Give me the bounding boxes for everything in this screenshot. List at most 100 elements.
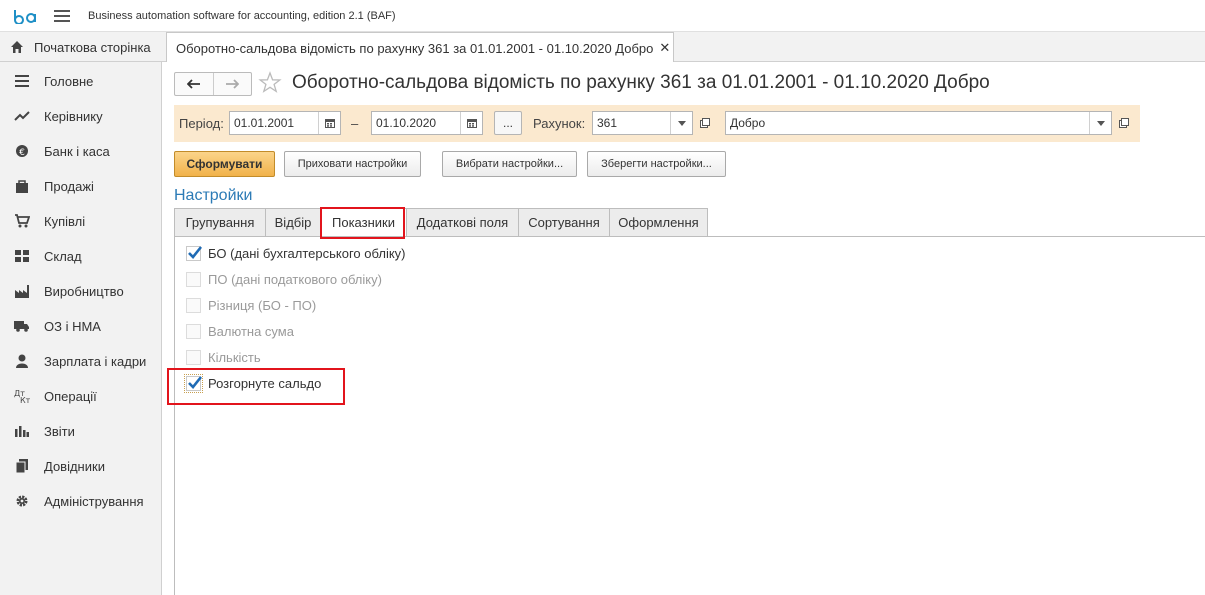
- home-tab-label: Початкова сторінка: [34, 39, 151, 55]
- sidebar-item-sales[interactable]: Продажі: [0, 171, 161, 201]
- app-logo-icon[interactable]: [12, 7, 42, 25]
- checkbox-unchecked[interactable]: [186, 349, 201, 365]
- dt-kt-icon: Дт Кт: [14, 388, 30, 404]
- page-title: Оборотно-сальдова відомість по рахунку 3…: [292, 72, 990, 93]
- sidebar-item-label: Звіти: [44, 423, 75, 439]
- option-accounting[interactable]: БО (дані бухгалтерського обліку): [186, 243, 406, 263]
- sidebar-item-administration[interactable]: Адміністрування: [0, 486, 161, 516]
- truck-icon: [14, 318, 30, 334]
- sidebar-item-label: Адміністрування: [44, 493, 144, 509]
- svg-text:€: €: [19, 148, 25, 158]
- period-label: Період:: [179, 116, 224, 131]
- period-to-field[interactable]: 01.10.2020: [371, 111, 483, 135]
- calendar-icon[interactable]: [318, 112, 340, 134]
- option-label: Розгорнуте сальдо: [208, 375, 322, 391]
- home-icon: [11, 41, 23, 53]
- panel-border: [174, 237, 175, 595]
- report-form: Оборотно-сальдова відомість по рахунку 3…: [162, 62, 1205, 595]
- sidebar-item-label: Продажі: [44, 178, 94, 194]
- sidebar-item-label: Купівлі: [44, 213, 86, 229]
- option-currency[interactable]: Валютна сума: [186, 321, 294, 341]
- option-label: ПО (дані податкового обліку): [208, 271, 382, 287]
- tab-grouping[interactable]: Групування: [174, 208, 265, 237]
- checkbox-checked[interactable]: [184, 373, 203, 393]
- sidebar-item-main[interactable]: Головне: [0, 66, 161, 96]
- sidebar-item-label: Банк і каса: [44, 143, 110, 159]
- sidebar-item-reports[interactable]: Звіти: [0, 416, 161, 446]
- account-label: Рахунок:: [533, 116, 586, 131]
- report-tab-label: Оборотно-сальдова відомість по рахунку 3…: [176, 40, 654, 56]
- generate-button[interactable]: Сформувати: [174, 151, 275, 177]
- option-label: Різниця (БО - ПО): [208, 297, 317, 313]
- report-parameters: Період: 01.01.2001 – 01.10.2020 ... Раху…: [174, 105, 1140, 142]
- counterparty-value: Добро: [730, 116, 766, 130]
- period-from-value: 01.01.2001: [234, 116, 295, 130]
- close-tab-icon[interactable]: ✕: [659, 40, 670, 56]
- home-tab[interactable]: Початкова сторінка: [0, 32, 162, 62]
- checkbox-unchecked[interactable]: [186, 271, 201, 287]
- tab-additional-fields[interactable]: Додаткові поля: [406, 208, 518, 237]
- tabs-divider: [174, 236, 1205, 237]
- choose-settings-button[interactable]: Вибрати настройки...: [442, 151, 577, 177]
- svg-text:Кт: Кт: [20, 396, 30, 404]
- option-difference[interactable]: Різниця (БО - ПО): [186, 295, 316, 315]
- account-value: 361: [597, 116, 618, 130]
- sidebar-item-manager[interactable]: Керівнику: [0, 101, 161, 131]
- history-nav: [174, 72, 252, 96]
- bag-icon: [14, 178, 30, 194]
- sidebar-item-fixed-assets[interactable]: ОЗ і НМА: [0, 311, 161, 341]
- trend-icon: [14, 108, 30, 124]
- sidebar-item-label: Виробництво: [44, 283, 124, 299]
- counterparty-field[interactable]: Добро: [725, 111, 1112, 135]
- open-account-icon[interactable]: [696, 111, 714, 135]
- sidebar-item-operations[interactable]: Дт Кт Операції: [0, 381, 161, 411]
- sidebar-item-payroll[interactable]: Зарплата і кадри: [0, 346, 161, 376]
- checkbox-unchecked[interactable]: [186, 297, 201, 313]
- window-tabs: Початкова сторінка Оборотно-сальдова від…: [0, 32, 1205, 63]
- period-from-field[interactable]: 01.01.2001: [229, 111, 341, 135]
- main-menu-icon[interactable]: [54, 9, 70, 22]
- tab-filter[interactable]: Відбір: [265, 208, 320, 237]
- sidebar-item-bank[interactable]: € Банк і каса: [0, 136, 161, 166]
- option-tax[interactable]: ПО (дані податкового обліку): [186, 269, 382, 289]
- books-icon: [14, 458, 30, 474]
- option-label: Валютна сума: [208, 323, 294, 339]
- sidebar-item-label: ОЗ і НМА: [44, 318, 101, 334]
- tab-sorting[interactable]: Сортування: [518, 208, 609, 237]
- sidebar-item-catalogs[interactable]: Довідники: [0, 451, 161, 481]
- account-field[interactable]: 361: [592, 111, 693, 135]
- sidebar-item-warehouse[interactable]: Склад: [0, 241, 161, 271]
- option-quantity[interactable]: Кількість: [186, 347, 261, 367]
- sidebar-item-production[interactable]: Виробництво: [0, 276, 161, 306]
- calendar-icon[interactable]: [460, 112, 482, 134]
- settings-title: Настройки: [174, 187, 253, 204]
- period-to-value: 01.10.2020: [376, 116, 437, 130]
- chevron-down-icon[interactable]: [1089, 112, 1111, 134]
- checkbox-unchecked[interactable]: [186, 323, 201, 339]
- report-tab[interactable]: Оборотно-сальдова відомість по рахунку 3…: [166, 32, 674, 63]
- sidebar-item-purchases[interactable]: Купівлі: [0, 206, 161, 236]
- tab-appearance[interactable]: Оформлення: [609, 208, 708, 237]
- sidebar-item-label: Головне: [44, 73, 94, 89]
- save-settings-button[interactable]: Зберегти настройки...: [587, 151, 726, 177]
- chevron-down-icon[interactable]: [670, 112, 692, 134]
- hide-settings-button[interactable]: Приховати настройки: [284, 151, 421, 177]
- option-expanded-balance[interactable]: Розгорнуте сальдо: [184, 373, 322, 393]
- settings-tabs: Групування Відбір Показники Додаткові по…: [174, 208, 708, 237]
- sidebar: Головне Керівнику € Банк і каса Продажі …: [0, 62, 162, 595]
- checkbox-checked[interactable]: [186, 245, 203, 261]
- factory-icon: [14, 283, 30, 299]
- tab-indicators[interactable]: Показники: [320, 208, 406, 237]
- forward-arrow-icon[interactable]: [212, 73, 252, 95]
- menu-lines-icon: [14, 73, 30, 89]
- back-arrow-icon[interactable]: [175, 73, 213, 95]
- open-counterparty-icon[interactable]: [1115, 111, 1133, 135]
- favorite-star-icon[interactable]: [258, 71, 282, 95]
- gear-icon: [14, 493, 30, 509]
- sidebar-item-label: Керівнику: [44, 108, 103, 124]
- top-bar: Business automation software for account…: [0, 0, 1205, 32]
- coin-icon: €: [14, 143, 30, 159]
- person-icon: [14, 353, 30, 369]
- period-dash: –: [351, 116, 359, 131]
- period-select-button[interactable]: ...: [494, 111, 522, 135]
